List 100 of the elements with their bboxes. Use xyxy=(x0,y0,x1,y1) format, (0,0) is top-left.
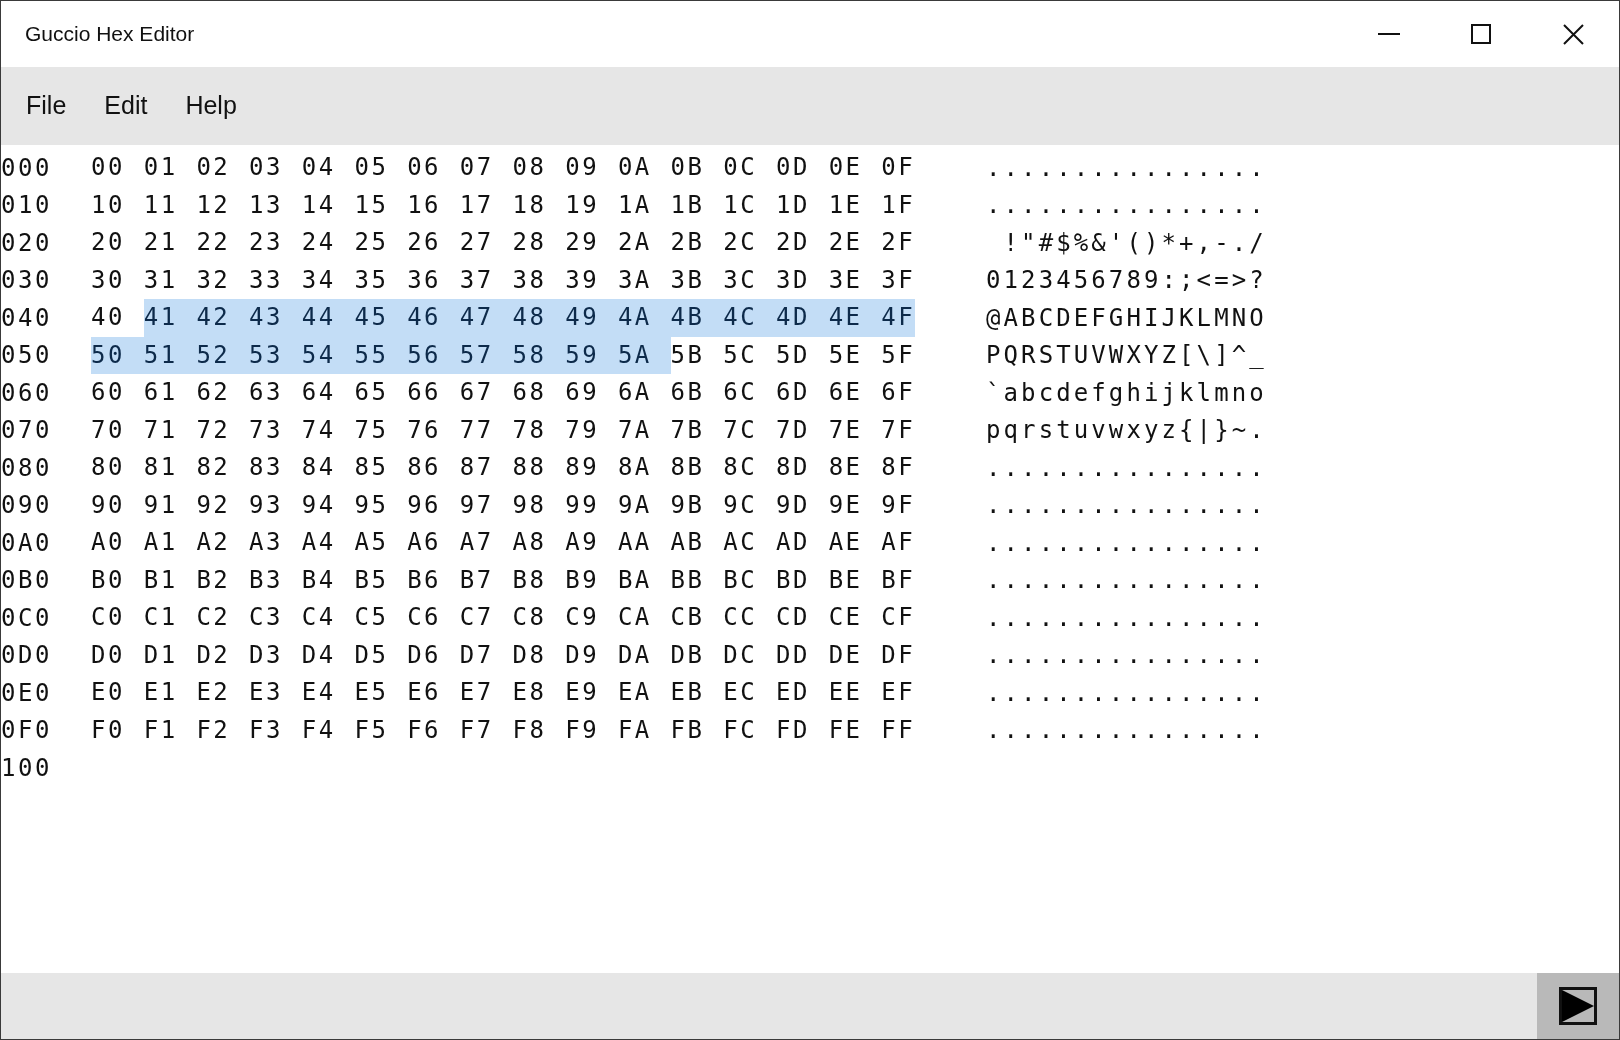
menu-item[interactable]: File xyxy=(11,81,82,131)
hex-byte[interactable]: 28 xyxy=(512,224,566,262)
hex-byte[interactable]: D9 xyxy=(565,636,618,674)
hex-byte[interactable]: 69 xyxy=(565,374,618,412)
hex-byte[interactable]: FC xyxy=(723,711,776,749)
hex-byte[interactable]: DD xyxy=(775,636,829,674)
hex-byte[interactable]: D7 xyxy=(459,636,513,674)
hex-byte[interactable]: 87 xyxy=(459,449,513,487)
hex-byte[interactable]: D0 xyxy=(91,636,144,674)
hex-byte[interactable]: 11 xyxy=(143,186,197,224)
hex-byte[interactable]: 57 xyxy=(459,336,513,374)
hex-byte[interactable]: 6A xyxy=(617,374,671,412)
hex-byte[interactable]: 78 xyxy=(512,411,566,449)
hex-byte[interactable]: 40 xyxy=(91,299,144,337)
hex-byte[interactable]: 0B xyxy=(670,149,724,187)
hex-byte[interactable]: ED xyxy=(775,674,829,712)
hex-byte[interactable]: E9 xyxy=(565,674,618,712)
hex-byte[interactable]: 2A xyxy=(617,224,671,262)
hex-byte[interactable]: 01 xyxy=(143,149,197,187)
hex-byte[interactable]: E4 xyxy=(301,674,355,712)
hex-byte[interactable]: F9 xyxy=(565,711,618,749)
hex-byte[interactable]: 1A xyxy=(617,186,671,224)
hex-byte[interactable]: 6F xyxy=(881,374,916,412)
hex-byte[interactable]: 2D xyxy=(775,224,829,262)
hex-byte[interactable]: 94 xyxy=(301,486,355,524)
hex-byte[interactable]: FE xyxy=(828,711,882,749)
hex-byte[interactable]: 30 xyxy=(91,261,144,299)
hex-byte[interactable]: 1C xyxy=(723,186,776,224)
hex-byte[interactable]: 0C xyxy=(723,149,776,187)
hex-byte[interactable]: 09 xyxy=(565,149,618,187)
hex-byte[interactable]: C0 xyxy=(91,599,144,637)
hex-byte[interactable]: E6 xyxy=(407,674,460,712)
hex-byte[interactable]: D2 xyxy=(196,636,250,674)
hex-byte[interactable]: 08 xyxy=(512,149,566,187)
hex-byte[interactable]: CB xyxy=(670,599,724,637)
hex-byte[interactable]: 36 xyxy=(407,261,460,299)
hex-byte[interactable]: 04 xyxy=(301,149,355,187)
hex-byte[interactable]: D1 xyxy=(143,636,197,674)
hex-byte[interactable]: F3 xyxy=(249,711,302,749)
hex-byte[interactable]: CE xyxy=(828,599,882,637)
hex-byte[interactable]: 7A xyxy=(617,411,671,449)
hex-byte[interactable]: 16 xyxy=(407,186,460,224)
hex-byte[interactable]: BF xyxy=(881,561,916,599)
hex-byte[interactable]: 60 xyxy=(91,374,144,412)
hex-byte[interactable]: 0E xyxy=(828,149,882,187)
hex-byte[interactable]: C6 xyxy=(407,599,460,637)
hex-byte[interactable]: B2 xyxy=(196,561,250,599)
hex-byte[interactable]: 22 xyxy=(196,224,250,262)
hex-byte[interactable]: DE xyxy=(828,636,882,674)
hex-byte[interactable]: D6 xyxy=(407,636,460,674)
hex-byte[interactable]: BA xyxy=(617,561,671,599)
hex-byte[interactable]: 82 xyxy=(196,449,250,487)
hex-byte[interactable]: D4 xyxy=(301,636,355,674)
hex-byte[interactable]: 47 xyxy=(459,299,513,337)
hex-byte[interactable]: B0 xyxy=(91,561,144,599)
hex-byte[interactable]: A6 xyxy=(407,524,460,562)
hex-byte[interactable]: 4E xyxy=(828,299,882,337)
hex-byte[interactable]: E5 xyxy=(354,674,408,712)
hex-byte[interactable]: 19 xyxy=(565,186,618,224)
hex-byte[interactable]: 68 xyxy=(512,374,566,412)
hex-byte[interactable]: 32 xyxy=(196,261,250,299)
hex-byte[interactable]: 37 xyxy=(459,261,513,299)
hex-byte[interactable]: 89 xyxy=(565,449,618,487)
hex-byte[interactable]: B5 xyxy=(354,561,408,599)
hex-byte[interactable]: 76 xyxy=(407,411,460,449)
hex-byte[interactable]: A5 xyxy=(354,524,408,562)
hex-byte[interactable]: 90 xyxy=(91,486,144,524)
hex-byte[interactable]: BC xyxy=(723,561,776,599)
hex-byte[interactable]: 43 xyxy=(249,299,302,337)
hex-byte[interactable]: 9C xyxy=(723,486,776,524)
hex-byte[interactable]: C4 xyxy=(301,599,355,637)
hex-byte[interactable]: AC xyxy=(723,524,776,562)
menu-item[interactable]: Edit xyxy=(89,81,163,131)
hex-byte[interactable]: 5C xyxy=(723,336,776,374)
hex-byte[interactable]: EA xyxy=(617,674,671,712)
hex-byte[interactable]: 88 xyxy=(512,449,566,487)
hex-byte[interactable]: 54 xyxy=(301,336,355,374)
hex-byte[interactable]: F5 xyxy=(354,711,408,749)
hex-byte[interactable]: 50 xyxy=(91,336,144,374)
hex-byte[interactable]: 9F xyxy=(881,486,916,524)
hex-byte[interactable]: 17 xyxy=(459,186,513,224)
hex-byte[interactable]: 14 xyxy=(301,186,355,224)
hex-byte[interactable]: F8 xyxy=(512,711,566,749)
hex-byte[interactable]: A1 xyxy=(143,524,197,562)
hex-byte[interactable]: 07 xyxy=(459,149,513,187)
hex-byte[interactable]: 97 xyxy=(459,486,513,524)
hex-byte[interactable]: 2F xyxy=(881,224,916,262)
hex-byte[interactable]: AB xyxy=(670,524,724,562)
hex-byte[interactable]: D5 xyxy=(354,636,408,674)
hex-byte[interactable]: 1E xyxy=(828,186,882,224)
hex-byte[interactable]: 71 xyxy=(143,411,197,449)
hex-byte[interactable]: 6B xyxy=(670,374,724,412)
hex-byte[interactable]: A8 xyxy=(512,524,566,562)
hex-byte[interactable]: 5D xyxy=(775,336,829,374)
hex-byte[interactable]: E7 xyxy=(459,674,513,712)
hex-byte[interactable]: CC xyxy=(723,599,776,637)
hex-byte[interactable]: A0 xyxy=(91,524,144,562)
hex-byte[interactable]: 3D xyxy=(775,261,829,299)
hex-byte[interactable]: 70 xyxy=(91,411,144,449)
hex-byte[interactable]: 31 xyxy=(143,261,197,299)
